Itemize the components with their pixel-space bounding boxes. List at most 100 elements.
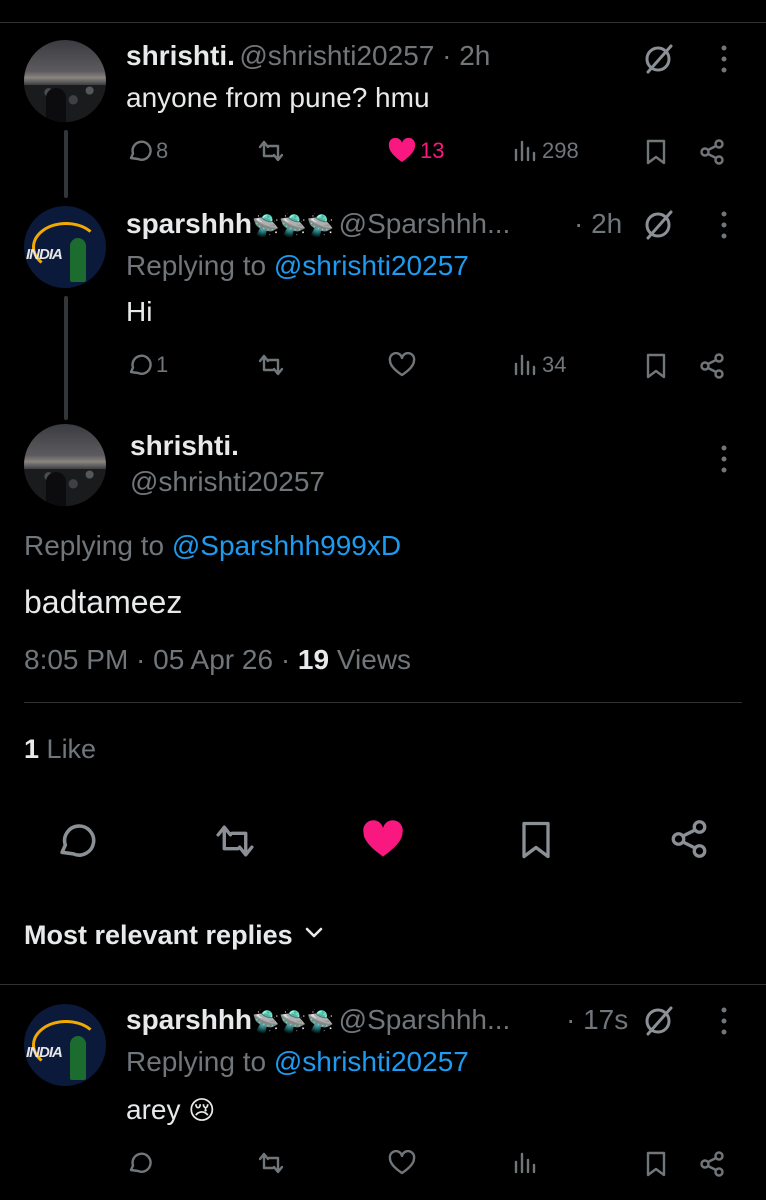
divider	[0, 890, 766, 891]
reply-icon	[126, 1150, 152, 1176]
retweet-icon	[256, 138, 286, 164]
author-name[interactable]: sparshhh	[126, 1004, 252, 1035]
divider	[24, 786, 742, 787]
views-label: Views	[336, 644, 412, 675]
author-handle[interactable]: @Sparshhh...	[339, 208, 511, 239]
bookmark-button[interactable]	[644, 138, 668, 166]
share-icon	[668, 820, 710, 864]
heart-icon	[388, 1150, 416, 1176]
chevron-down-icon	[305, 926, 323, 945]
author-name[interactable]: shrishti.	[126, 40, 235, 71]
replying-to: Replying to @shrishti20257	[126, 250, 469, 282]
views-icon	[512, 138, 538, 164]
bookmark-icon	[644, 138, 668, 166]
mention-link[interactable]: @Sparshhh999xD	[172, 530, 401, 561]
share-icon	[698, 352, 726, 380]
retweet-button[interactable]	[256, 1150, 286, 1176]
replies-sort-label: Most relevant replies	[24, 920, 293, 950]
grok-icon[interactable]	[642, 1004, 676, 1043]
views-count: 298	[542, 138, 579, 163]
share-button[interactable]	[698, 138, 726, 166]
tweet-text-body: arey	[126, 1094, 181, 1125]
bookmark-button[interactable]	[644, 1150, 668, 1178]
bookmark-icon	[644, 1150, 668, 1178]
reply-button[interactable]: 1	[126, 352, 168, 378]
name-emoji: 🛸🛸🛸	[252, 1010, 335, 1035]
more-icon[interactable]	[718, 210, 730, 245]
avatar[interactable]	[24, 40, 106, 122]
tweet-text: badtameez	[24, 584, 183, 620]
views-button[interactable]: 34	[512, 352, 566, 378]
heart-icon	[388, 352, 416, 378]
avatar[interactable]: INDIA	[24, 206, 106, 288]
post-time[interactable]: · 2h	[574, 208, 622, 240]
replying-to: Replying to @shrishti20257	[126, 1046, 469, 1078]
author-name[interactable]: sparshhh	[126, 208, 252, 239]
like-count: 13	[420, 138, 445, 163]
retweet-button[interactable]	[256, 138, 286, 164]
bookmark-button[interactable]	[518, 818, 554, 867]
reply-icon	[54, 824, 96, 866]
post-time[interactable]: · 17s	[566, 1004, 628, 1036]
retweet-icon	[212, 825, 258, 866]
reply-icon	[126, 352, 152, 378]
divider	[24, 702, 742, 703]
reply-count: 1	[156, 352, 169, 377]
author-handle[interactable]: @Sparshhh...	[339, 1004, 511, 1035]
retweet-icon	[256, 1150, 286, 1176]
thread-line	[64, 130, 68, 198]
retweet-button[interactable]	[212, 820, 258, 867]
author-meta[interactable]: @shrishti20257 · 2h	[239, 40, 490, 71]
reply-button[interactable]	[54, 820, 96, 867]
avatar[interactable]: INDIA	[24, 1004, 106, 1086]
share-button[interactable]	[668, 818, 710, 865]
views-count: 19	[297, 644, 330, 675]
author-handle[interactable]: @shrishti20257	[130, 466, 325, 498]
like-button[interactable]	[388, 1150, 416, 1176]
views-count: 34	[542, 352, 567, 377]
tweet-text: arey 😢	[126, 1094, 215, 1126]
replying-prefix: Replying to	[126, 1046, 267, 1077]
likes-label: Like	[46, 734, 97, 764]
more-icon[interactable]	[718, 444, 730, 479]
top-divider	[0, 22, 766, 23]
replying-to: Replying to @Sparshhh999xD	[24, 530, 401, 562]
views-icon	[512, 352, 538, 378]
share-button[interactable]	[698, 1150, 726, 1178]
divider	[0, 984, 766, 985]
retweet-button[interactable]	[256, 352, 286, 378]
reply-count: 8	[156, 138, 169, 163]
heart-icon	[362, 820, 404, 864]
tweet-text: Hi	[126, 296, 153, 327]
mention-link[interactable]: @shrishti20257	[274, 1046, 469, 1077]
like-button[interactable]	[388, 352, 416, 378]
more-icon[interactable]	[718, 44, 730, 79]
grok-icon[interactable]	[642, 208, 676, 247]
tweet-text: anyone from pune? hmu	[126, 82, 430, 113]
replies-sort-button[interactable]: Most relevant replies	[24, 920, 323, 951]
bookmark-icon	[644, 352, 668, 380]
avatar[interactable]	[24, 424, 106, 506]
grok-icon[interactable]	[642, 42, 676, 81]
share-icon	[698, 1150, 726, 1178]
tweet-emoji: 😢	[188, 1096, 216, 1126]
thread-line	[64, 296, 68, 420]
name-emoji: 🛸🛸🛸	[252, 214, 335, 239]
like-button[interactable]	[362, 820, 404, 865]
reply-button[interactable]: 8	[126, 138, 168, 164]
share-button[interactable]	[698, 352, 726, 380]
heart-icon	[388, 138, 416, 164]
views-button[interactable]: 298	[512, 138, 579, 164]
mention-link[interactable]: @shrishti20257	[274, 250, 469, 281]
reply-button[interactable]	[126, 1150, 152, 1176]
timestamp[interactable]: 8:05 PM · 05 Apr 26 ·	[24, 644, 290, 675]
retweet-icon	[256, 352, 286, 378]
more-icon[interactable]	[718, 1006, 730, 1041]
likes-summary[interactable]: 1 Like	[24, 734, 96, 765]
author-name[interactable]: shrishti.	[130, 430, 239, 462]
like-button[interactable]: 13	[388, 138, 444, 164]
share-icon	[698, 138, 726, 166]
bookmark-button[interactable]	[644, 352, 668, 380]
views-button[interactable]	[512, 1150, 538, 1176]
likes-count: 1	[24, 734, 40, 764]
